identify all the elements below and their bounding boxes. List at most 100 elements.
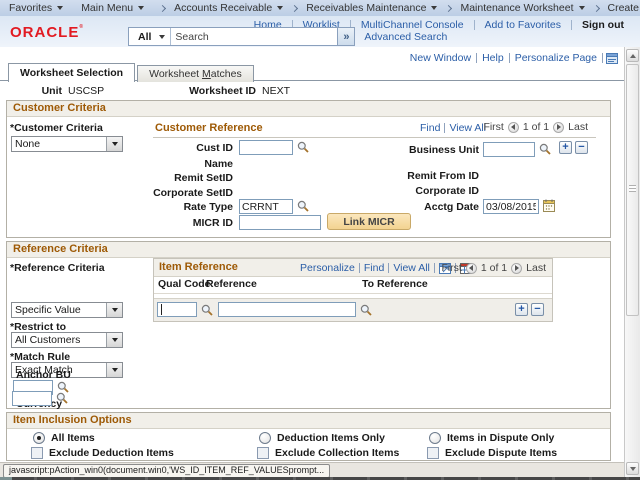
next-row-icon[interactable] [511, 263, 522, 274]
currency-input[interactable] [12, 391, 52, 406]
breadcrumb-favorites[interactable]: Favorites [0, 0, 72, 16]
checkbox-exclude-dispute-items[interactable]: Exclude Dispute Items [427, 447, 557, 459]
scroll-down-button[interactable] [626, 462, 639, 475]
micr-id-input[interactable] [239, 215, 321, 230]
qual-code-lookup-icon[interactable] [201, 304, 213, 316]
breadcrumb-accounts-receivable[interactable]: Accounts Receivable [172, 0, 285, 16]
copy-url-icon[interactable] [606, 53, 618, 64]
acctg-date-input[interactable] [483, 199, 539, 214]
cust-id-lookup-icon[interactable] [297, 141, 309, 153]
reference-criteria-select[interactable]: Specific Value [11, 302, 123, 318]
find-link[interactable]: Find [364, 262, 384, 274]
column-qual-code: Qual Code [158, 278, 211, 290]
previous-row-icon[interactable] [508, 122, 519, 133]
find-link[interactable]: Find [420, 122, 440, 134]
qual-code-input[interactable] [157, 302, 197, 317]
business-unit-label: Business Unit [313, 144, 479, 156]
first-label[interactable]: First [441, 262, 461, 274]
restrict-to-select[interactable]: All Customers [11, 332, 123, 348]
sign-out-link[interactable]: Sign out [572, 19, 634, 31]
first-label[interactable]: First [483, 121, 503, 133]
radio-all-items[interactable]: All Items [33, 432, 95, 444]
text-cursor [161, 304, 162, 315]
previous-row-icon[interactable] [466, 263, 477, 274]
chevron-down-icon [277, 6, 283, 10]
name-label: Name [47, 158, 233, 170]
search-scope-value: All [138, 31, 151, 43]
rate-type-label: Rate Type [47, 201, 233, 213]
scrollbar-thumb[interactable] [626, 64, 639, 316]
column-reference: Reference [206, 278, 257, 290]
cust-id-input[interactable] [239, 140, 293, 155]
reference-criteria-label: *Reference Criteria [10, 262, 105, 274]
business-unit-input[interactable] [483, 142, 535, 157]
divider [602, 53, 603, 63]
chevron-right-icon [291, 4, 298, 11]
cust-id-label: Cust ID [47, 142, 233, 154]
radio-button[interactable] [429, 432, 441, 444]
reference-input[interactable] [218, 302, 356, 317]
checkbox[interactable] [31, 447, 43, 459]
business-unit-lookup-icon[interactable] [539, 143, 551, 155]
view-all-link[interactable]: View All [449, 122, 486, 134]
breadcrumb-main-menu[interactable]: Main Menu [72, 0, 153, 16]
customer-reference-pager: First 1 of 1 Last [483, 121, 588, 133]
micr-id-label: MICR ID [47, 217, 233, 229]
link-micr-button[interactable]: Link MICR [327, 213, 411, 230]
breadcrumb-receivables-maintenance[interactable]: Receivables Maintenance [304, 0, 439, 16]
last-label[interactable]: Last [568, 121, 588, 133]
grid-column-headers: Qual Code Reference To Reference [154, 277, 552, 294]
rate-type-lookup-icon[interactable] [297, 200, 309, 212]
select-arrow-button[interactable] [106, 333, 122, 347]
rate-type-input[interactable] [239, 199, 293, 214]
chevron-down-icon [57, 6, 63, 10]
divider [359, 263, 360, 273]
breadcrumb-item-label: Accounts Receivable [174, 2, 272, 14]
select-arrow-button[interactable] [106, 303, 122, 317]
add-row-button[interactable]: + [559, 141, 572, 154]
next-row-icon[interactable] [553, 122, 564, 133]
radio-deduction-items-only[interactable]: Deduction Items Only [259, 432, 385, 444]
radio-button[interactable] [33, 432, 45, 444]
reference-lookup-icon[interactable] [360, 304, 372, 316]
help-link[interactable]: Help [477, 52, 509, 64]
select-arrow-button[interactable] [106, 363, 122, 377]
delete-row-button[interactable]: − [531, 303, 544, 316]
search-go-button[interactable]: » [337, 28, 354, 45]
checkbox[interactable] [257, 447, 269, 459]
advanced-search-link[interactable]: Advanced Search [364, 31, 447, 43]
radio-label: Deduction Items Only [277, 432, 385, 444]
view-all-link[interactable]: View All [393, 262, 430, 274]
checkbox[interactable] [427, 447, 439, 459]
personalize-page-link[interactable]: Personalize Page [510, 52, 602, 64]
nav-add-to-favorites-link[interactable]: Add to Favorites [475, 19, 571, 31]
add-row-button[interactable]: + [515, 303, 528, 316]
reference-criteria-value: Specific Value [12, 303, 106, 317]
checkbox-label: Exclude Collection Items [275, 447, 399, 459]
tab-worksheet-selection[interactable]: Worksheet Selection [8, 63, 135, 82]
search-scope-select[interactable]: All [129, 28, 170, 45]
search-bar: All » Advanced Search [128, 27, 447, 46]
acctg-date-calendar-icon[interactable] [543, 199, 555, 212]
radio-items-in-dispute-only[interactable]: Items in Dispute Only [429, 432, 554, 444]
scroll-up-button[interactable] [626, 49, 639, 62]
reference-criteria-box: Reference Criteria *Reference Criteria I… [6, 241, 611, 409]
row-action-buttons: + − [559, 141, 588, 154]
tab-worksheet-matches[interactable]: Worksheet Matches [137, 65, 254, 82]
radio-button[interactable] [259, 432, 271, 444]
breadcrumb-maintenance-worksheet[interactable]: Maintenance Worksheet [458, 0, 586, 16]
tab-label: Worksheet Selection [20, 67, 123, 79]
currency-lookup-icon[interactable] [56, 392, 68, 404]
chevron-down-icon [431, 6, 437, 10]
last-label[interactable]: Last [526, 262, 546, 274]
worksheet-id-value: NEXT [262, 85, 290, 97]
corporate-id-label: Corporate ID [313, 185, 479, 197]
checkbox-exclude-collection-items[interactable]: Exclude Collection Items [257, 447, 399, 459]
new-window-link[interactable]: New Window [405, 52, 476, 64]
checkbox-exclude-deduction-items[interactable]: Exclude Deduction Items [31, 447, 174, 459]
grid-pager: First 1 of 1 Last [441, 262, 546, 274]
search-input[interactable] [171, 29, 337, 44]
delete-row-button[interactable]: − [575, 141, 588, 154]
vertical-scrollbar[interactable] [624, 47, 640, 477]
personalize-link[interactable]: Personalize [300, 262, 355, 274]
